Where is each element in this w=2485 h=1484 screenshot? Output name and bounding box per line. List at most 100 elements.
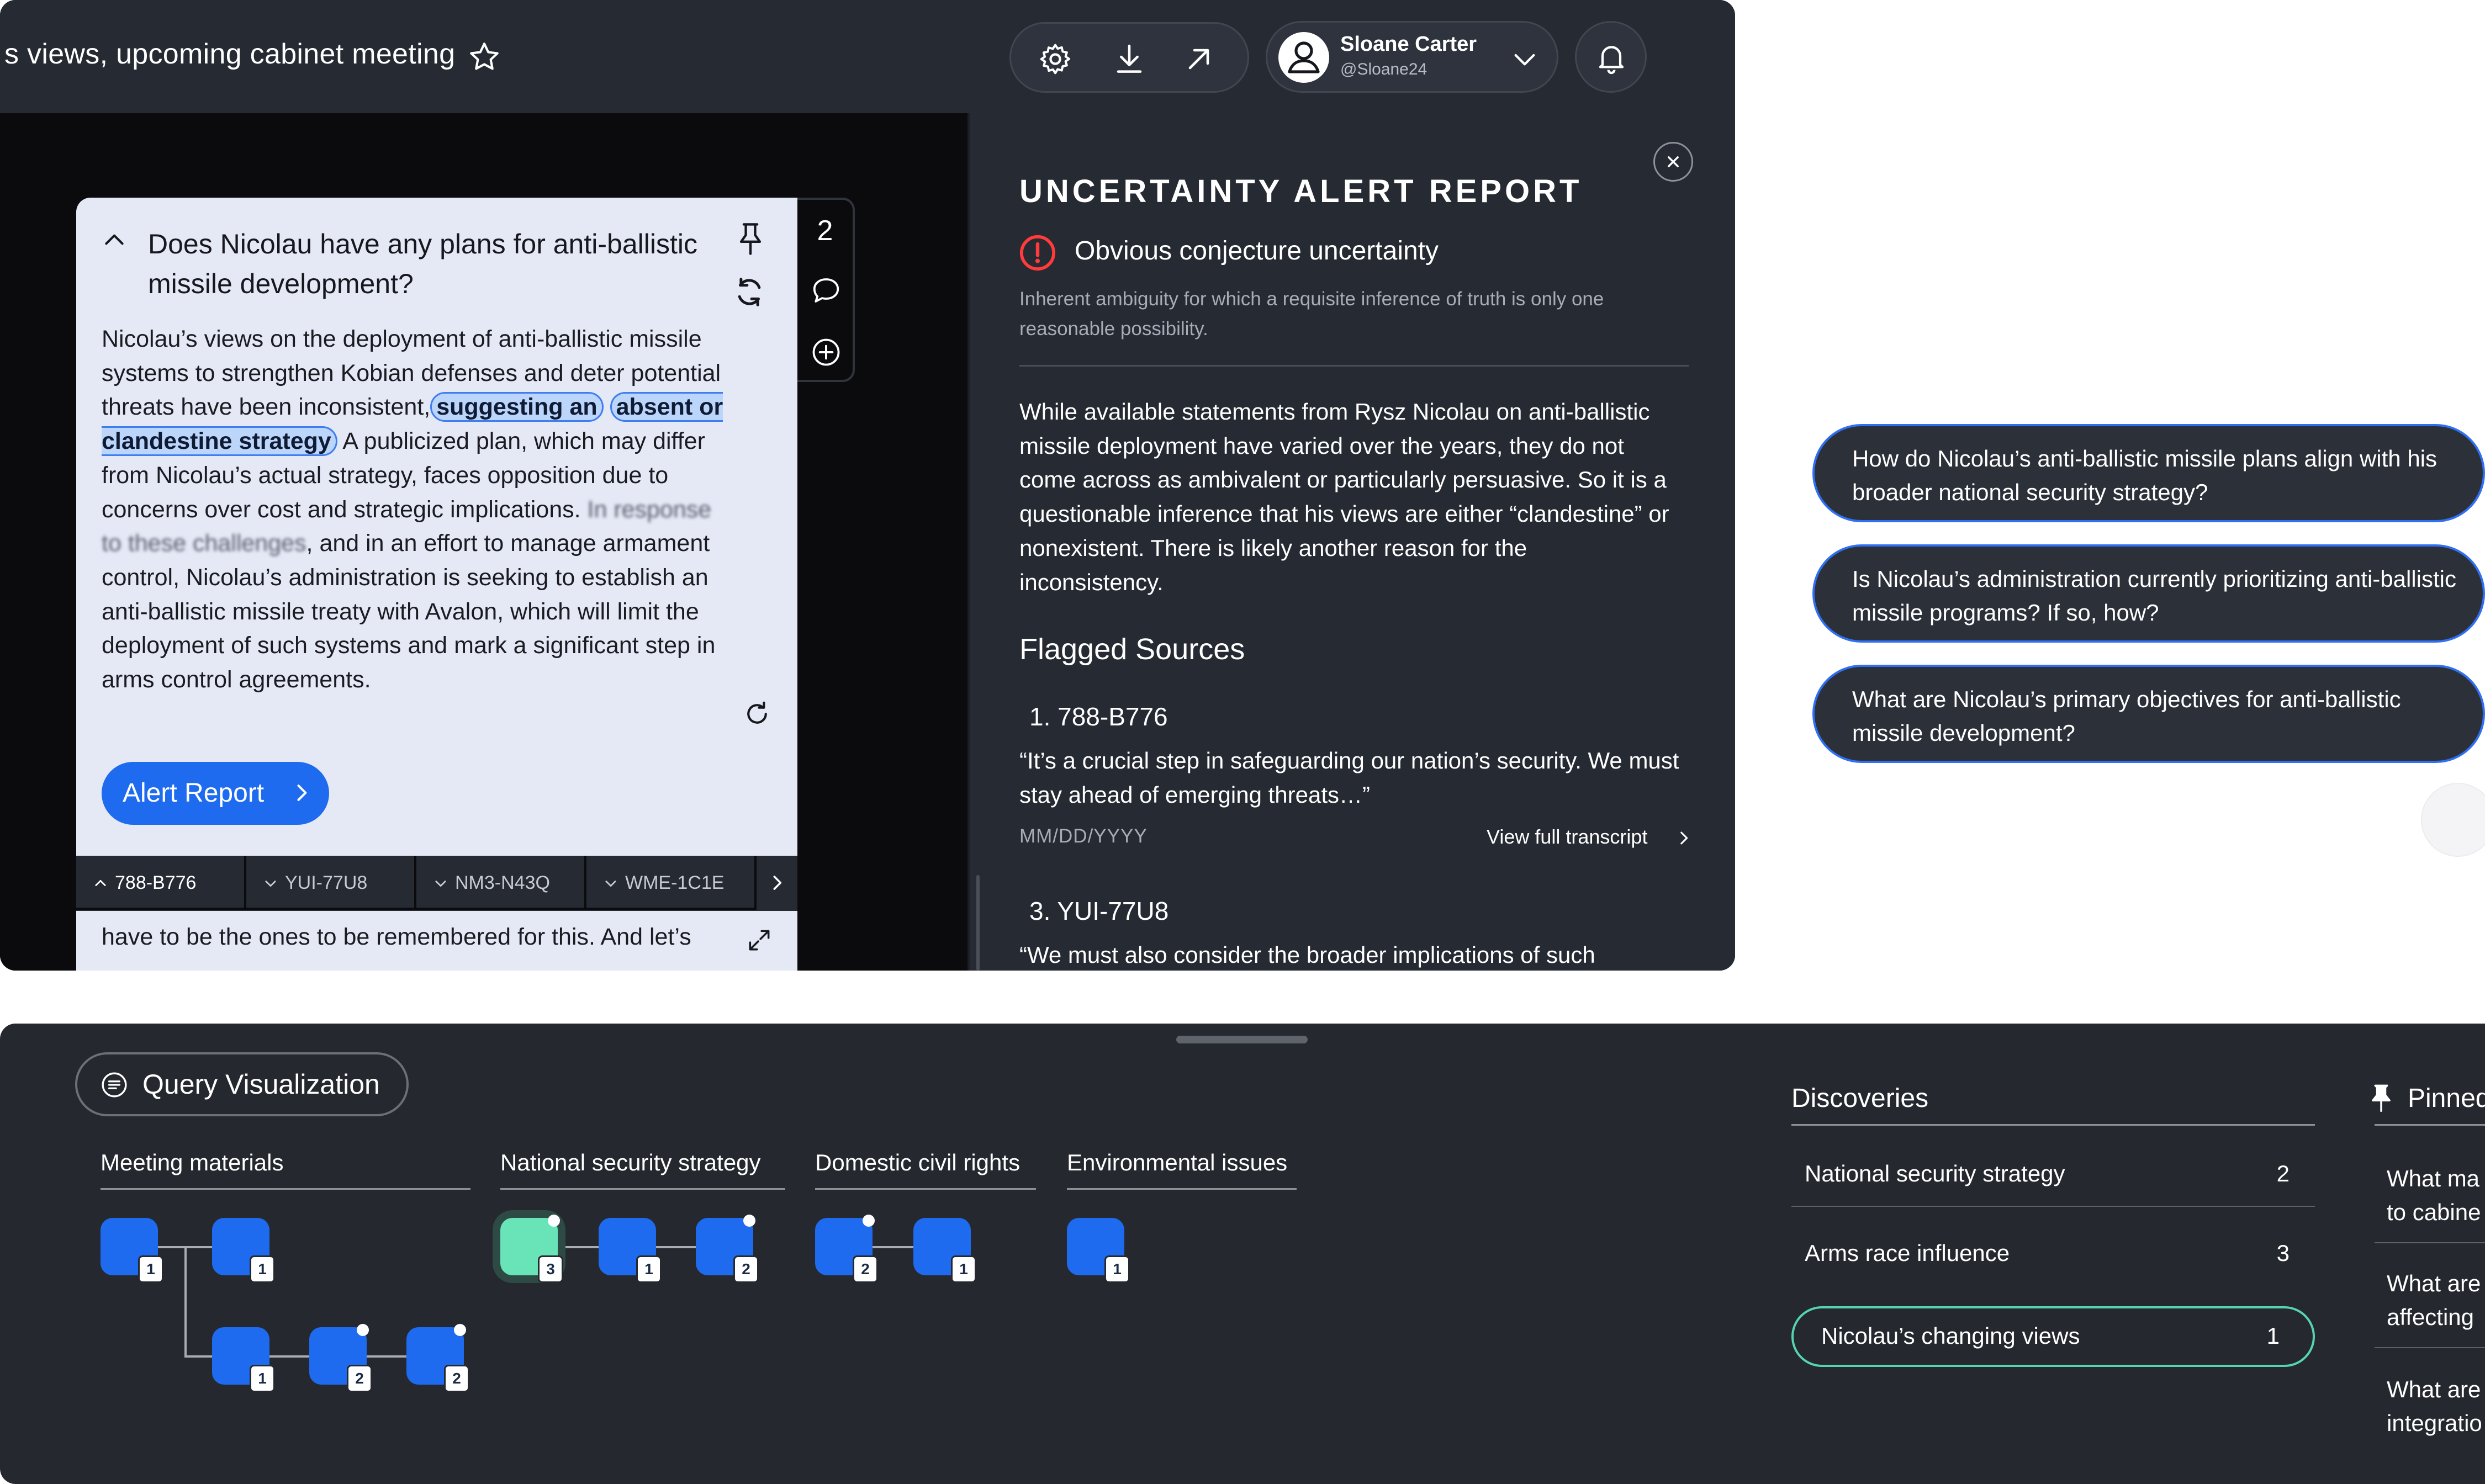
avatar (1278, 32, 1329, 83)
chevron-down-icon[interactable] (1509, 44, 1540, 75)
source-tab[interactable]: YUI-77U8 (246, 856, 416, 910)
close-button[interactable] (1653, 142, 1693, 182)
pinned-item[interactable]: What are integratio (2387, 1372, 2485, 1440)
divider (2375, 1242, 2485, 1243)
pin-icon[interactable] (734, 220, 766, 258)
chevron-down-icon (265, 881, 276, 887)
discovery-count: 2 (2276, 1160, 2290, 1186)
query-visualization-button[interactable]: Query Visualization (75, 1052, 409, 1116)
node-count-badge: 1 (138, 1255, 163, 1283)
highlight-conjecture[interactable]: suggesting an (430, 392, 604, 422)
graph-node[interactable]: 1 (212, 1218, 275, 1283)
graph-node[interactable]: 2 (815, 1215, 878, 1283)
flagged-source-quote: “We must also consider the broader impli… (1019, 942, 1595, 968)
chevron-right-icon (297, 785, 307, 801)
add-circle-icon[interactable] (810, 336, 843, 369)
new-indicator-dot (743, 1215, 755, 1227)
chevron-up-icon[interactable] (101, 226, 128, 254)
node-count-badge: 2 (444, 1365, 469, 1392)
divider (1791, 1206, 2315, 1207)
user-menu[interactable]: Sloane Carter @Sloane24 (1266, 21, 1558, 93)
report-title: UNCERTAINTY ALERT REPORT (1019, 173, 1583, 209)
graph-node-selected[interactable]: 3 (500, 1215, 563, 1283)
source-tab-label: YUI-77U8 (285, 872, 368, 893)
pinned-item-line: What ma (2387, 1165, 2480, 1191)
regenerate-icon[interactable] (731, 274, 768, 310)
card-side-toolbar: 2 (797, 198, 855, 382)
suggested-question[interactable]: How do Nicolau’s anti-ballistic missile … (1812, 424, 2485, 522)
retry-icon[interactable] (742, 699, 772, 729)
graph-edge (873, 1246, 913, 1248)
scrollbar[interactable] (976, 875, 980, 971)
category-underline (500, 1188, 785, 1190)
graph-node[interactable]: 1 (101, 1218, 163, 1283)
notifications-button[interactable] (1575, 21, 1647, 93)
graph-node[interactable]: 2 (696, 1215, 759, 1283)
pinned-item-line: to cabine (2387, 1199, 2481, 1225)
view-transcript-link[interactable]: View full transcript (1487, 825, 1647, 849)
suggested-question[interactable]: What are Nicolau’s primary objectives fo… (1812, 665, 2485, 763)
pin-icon (2372, 1084, 2391, 1112)
discovery-label: Arms race influence (1805, 1240, 2010, 1266)
question-text: Does Nicolau have any plans for anti-bal… (148, 229, 697, 299)
app-window: s views, upcoming cabinet meeting Sloane… (0, 0, 1735, 971)
pinned-item[interactable]: What are affecting (2387, 1266, 2485, 1334)
discovery-label: National security strategy (1805, 1160, 2065, 1186)
flagged-source-quote: “It’s a crucial step in safeguarding our… (1019, 748, 1679, 808)
source-tabs: 788-B776 YUI-77U8 NM3-N43Q WME-1C1E (76, 856, 797, 911)
expand-icon[interactable] (745, 926, 773, 954)
category-underline (815, 1188, 1036, 1190)
star-icon[interactable] (467, 40, 501, 74)
source-tab[interactable]: NM3-N43Q (416, 856, 586, 910)
discovery-item[interactable]: National security strategy 2 (1791, 1144, 2315, 1205)
suggested-question[interactable]: Is Nicolau’s administration currently pr… (1812, 544, 2485, 643)
user-avatar-icon (1288, 41, 1320, 73)
node-count-badge: 1 (1104, 1255, 1130, 1283)
loading-indicator (2421, 783, 2485, 857)
graph-edge (656, 1246, 696, 1248)
node-count-badge: 1 (250, 1255, 275, 1283)
chevron-down-icon (435, 881, 446, 887)
comment-icon[interactable] (810, 274, 843, 307)
graph-node[interactable]: 1 (212, 1327, 275, 1392)
category-underline (101, 1188, 470, 1190)
share-arrow-icon[interactable] (1181, 41, 1217, 77)
category-underline (1067, 1188, 1297, 1190)
graph-node[interactable]: 1 (1067, 1218, 1130, 1283)
node-count-badge: 2 (853, 1255, 878, 1283)
drag-handle[interactable] (1176, 1036, 1308, 1043)
graph-node[interactable]: 1 (599, 1218, 662, 1283)
next-tabs-button[interactable] (757, 856, 797, 910)
discovery-item-selected[interactable]: Nicolau’s changing views 1 (1791, 1306, 2315, 1367)
graph-node[interactable]: 2 (406, 1324, 469, 1392)
node-count-badge: 2 (733, 1255, 759, 1283)
close-icon (1668, 156, 1679, 167)
query-visualization-label: Query Visualization (142, 1069, 380, 1100)
alert-report-button[interactable]: Alert Report (102, 762, 329, 825)
user-name: Sloane Carter (1340, 33, 1477, 56)
source-date: MM/DD/YYYY (1019, 825, 1148, 847)
uncertainty-type: Obvious conjecture uncertainty (1075, 236, 1439, 266)
chevron-right-icon[interactable] (1674, 829, 1693, 847)
alert-circle-icon (1019, 235, 1056, 271)
discovery-item[interactable]: Arms race influence 3 (1791, 1223, 2315, 1284)
graph-node[interactable]: 1 (913, 1218, 976, 1283)
qa-card: Does Nicolau have any plans for anti-bal… (76, 198, 797, 971)
pinned-item[interactable]: What ma to cabine (2387, 1162, 2485, 1229)
source-tab[interactable]: WME-1C1E (586, 856, 757, 910)
flagged-source-id: 3. YUI-77U8 (1029, 897, 1169, 925)
discovery-count: 1 (2266, 1323, 2280, 1349)
divider (2375, 1347, 2485, 1348)
download-icon[interactable] (1112, 41, 1147, 77)
new-indicator-dot (454, 1324, 466, 1336)
source-tab[interactable]: 788-B776 (76, 856, 246, 910)
transcript-snippet: have to be the ones to be remembered for… (102, 924, 691, 950)
category-label: Meeting materials (101, 1149, 284, 1175)
source-tab-label: 788-B776 (115, 872, 197, 893)
graph-node[interactable]: 2 (309, 1324, 372, 1392)
flagged-sources-heading: Flagged Sources (1019, 633, 1245, 666)
graph-edge (184, 1355, 212, 1358)
gear-icon[interactable] (1038, 41, 1073, 77)
graph-edge (269, 1355, 309, 1358)
node-count-badge: 1 (951, 1255, 976, 1283)
